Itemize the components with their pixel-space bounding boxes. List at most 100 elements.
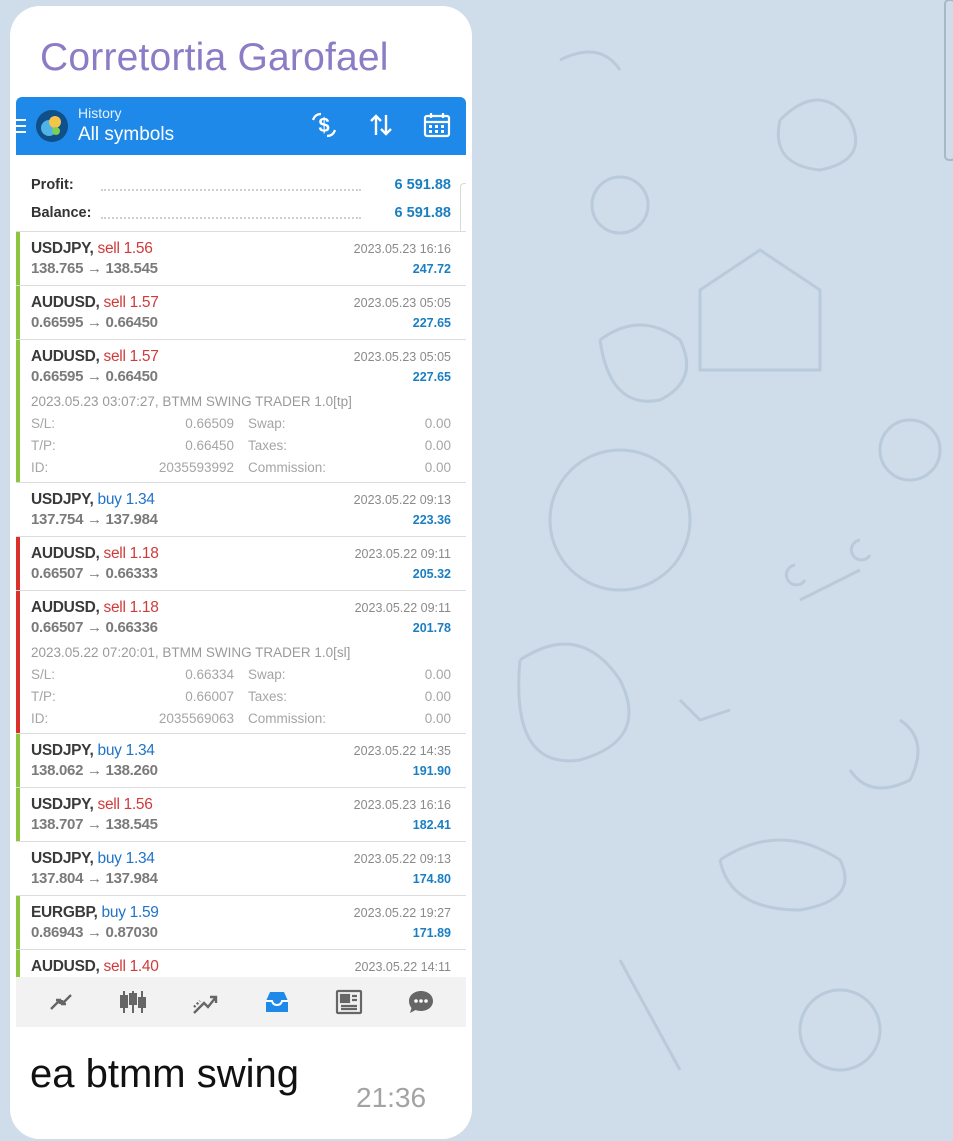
stick-doodle [618,959,682,1071]
deal-prices: 0.86943 → 0.87030 [31,924,158,941]
dog-house-doodle [698,248,822,372]
tp-value: 0.66007 [185,689,234,704]
deal-side: buy 1.59 [101,904,159,921]
result-bar [16,340,20,483]
deal-symbol: AUDUSD, sell 1.57 [31,348,159,365]
deal-row-partial[interactable]: AUDUSD, sell 1.40 2023.05.22 14:11 [16,949,466,978]
deal-prices: 0.66507 → 0.66336 [31,619,158,636]
history-icon[interactable] [262,987,292,1017]
sl-value: 0.66334 [185,667,234,682]
tp-label: T/P: [31,689,56,704]
fish-doodle [848,718,920,790]
deal-symbol: USDJPY, buy 1.34 [31,491,155,508]
sl-label: S/L: [31,416,56,431]
deal-time: 2023.05.22 09:11 [354,601,451,615]
deal-time: 2023.05.23 16:16 [353,242,451,256]
trade-icon[interactable] [190,987,220,1017]
deal-profit: 201.78 [412,621,451,635]
message-bubble[interactable]: Corretortia Garofael History All symbols… [10,6,472,1139]
profit-value: 6 591.88 [394,177,451,193]
deal-side: buy 1.34 [97,850,155,867]
chat-icon[interactable] [406,987,436,1017]
sl-value: 0.66509 [185,416,234,431]
deal-side: sell 1.18 [103,599,159,616]
deal-profit: 182.41 [412,818,451,832]
deal-row[interactable]: USDJPY, sell 1.56 138.765 → 138.545 2023… [16,231,466,286]
taxes-label: Taxes: [248,438,288,453]
deal-prices: 138.765 → 138.545 [31,260,158,277]
result-bar [16,591,20,734]
deal-profit: 174.80 [412,872,451,886]
deal-symbol: EURGBP, buy 1.59 [31,904,159,921]
message-caption: ea btmm swing [30,1052,299,1096]
deal-comment: 2023.05.23 03:07:27, BTMM SWING TRADER 1… [31,394,352,409]
deal-side: sell 1.40 [103,958,159,975]
history-summary: Profit: 6 591.88 Balance: 6 591.88 [16,155,466,231]
deal-profit: 227.65 [412,316,451,330]
id-value: 2035569063 [158,711,234,726]
taxes-value: 0.00 [424,689,451,704]
deal-side: sell 1.57 [103,294,159,311]
deal-prices: 0.66595 → 0.66450 [31,368,158,385]
balance-row: Balance: 6 591.88 [31,205,451,227]
cat-head-doodle [776,98,858,172]
app-logo [36,110,68,142]
chart-candles-icon[interactable] [118,987,148,1017]
bone-doodle [784,538,872,602]
deal-profit: 171.89 [412,926,451,940]
deal-row[interactable]: AUDUSD, sell 1.18 0.66507 → 0.66333 2023… [16,536,466,591]
app-top-bar: History All symbols $ [16,97,466,155]
svg-text:$: $ [318,115,329,137]
deal-row[interactable]: USDJPY, buy 1.34 137.754 → 137.984 2023.… [16,482,466,537]
deal-time: 2023.05.23 05:05 [353,296,451,310]
deal-profit: 223.36 [412,513,451,527]
menu-icon[interactable] [16,119,26,133]
id-label: ID: [31,711,49,726]
deal-row[interactable]: USDJPY, buy 1.34 138.062 → 138.260 2023.… [16,733,466,788]
tp-label: T/P: [31,438,56,453]
deal-prices: 138.707 → 138.545 [31,816,158,833]
deal-profit: 227.65 [412,370,451,384]
profit-row: Profit: 6 591.88 [31,177,451,199]
commission-value: 0.00 [424,711,451,726]
swirl-doodle [559,50,622,71]
news-icon[interactable] [334,987,364,1017]
result-bar [16,734,20,788]
deal-profit: 247.72 [412,262,451,276]
deal-row-expanded[interactable]: AUDUSD, sell 1.57 0.66595 → 0.66450 2023… [16,339,466,483]
swap-label: Swap: [248,416,286,431]
message-time: 21:36 [356,1082,427,1113]
taxes-value: 0.00 [424,438,451,453]
dollar-exchange-icon[interactable]: $ [309,110,339,140]
dotted-leader [101,189,361,191]
deal-prices: 0.66595 → 0.66450 [31,314,158,331]
sort-icon[interactable] [366,110,396,140]
deal-row-expanded[interactable]: AUDUSD, sell 1.18 0.66507 → 0.66336 2023… [16,590,466,734]
deal-side: sell 1.56 [97,240,153,257]
deal-time: 2023.05.22 14:11 [354,960,451,974]
cloud-doodle [517,642,631,763]
calendar-icon[interactable] [422,110,452,140]
mouse-doodle [598,323,689,403]
deal-row[interactable]: AUDUSD, sell 1.57 0.66595 → 0.66450 2023… [16,285,466,340]
deal-time: 2023.05.23 16:16 [353,798,451,812]
result-bar [16,950,20,978]
attached-screenshot[interactable]: History All symbols $ Profit: 6 591.88 B… [16,97,466,1027]
deal-row[interactable]: EURGBP, buy 1.59 0.86943 → 0.87030 2023.… [16,895,466,950]
deal-side: buy 1.34 [97,742,155,759]
dotted-leader [101,217,361,219]
cloud2-doodle [718,838,847,912]
sender-name[interactable]: Corretortia Garofael [40,36,389,80]
result-bar [16,483,20,537]
edge-doodle [944,0,953,161]
screen-title[interactable]: All symbols [78,124,174,146]
cat-ball-doodle [548,448,692,592]
deal-row[interactable]: USDJPY, sell 1.56 138.707 → 138.545 2023… [16,787,466,842]
deal-symbol: USDJPY, sell 1.56 [31,240,153,257]
deal-symbol: USDJPY, sell 1.56 [31,796,153,813]
deal-prices: 138.062 → 138.260 [31,762,158,779]
commission-value: 0.00 [424,460,451,475]
deal-time: 2023.05.22 19:27 [353,906,451,920]
deal-row[interactable]: USDJPY, buy 1.34 137.804 → 137.984 2023.… [16,841,466,896]
quotes-icon[interactable] [46,987,76,1017]
